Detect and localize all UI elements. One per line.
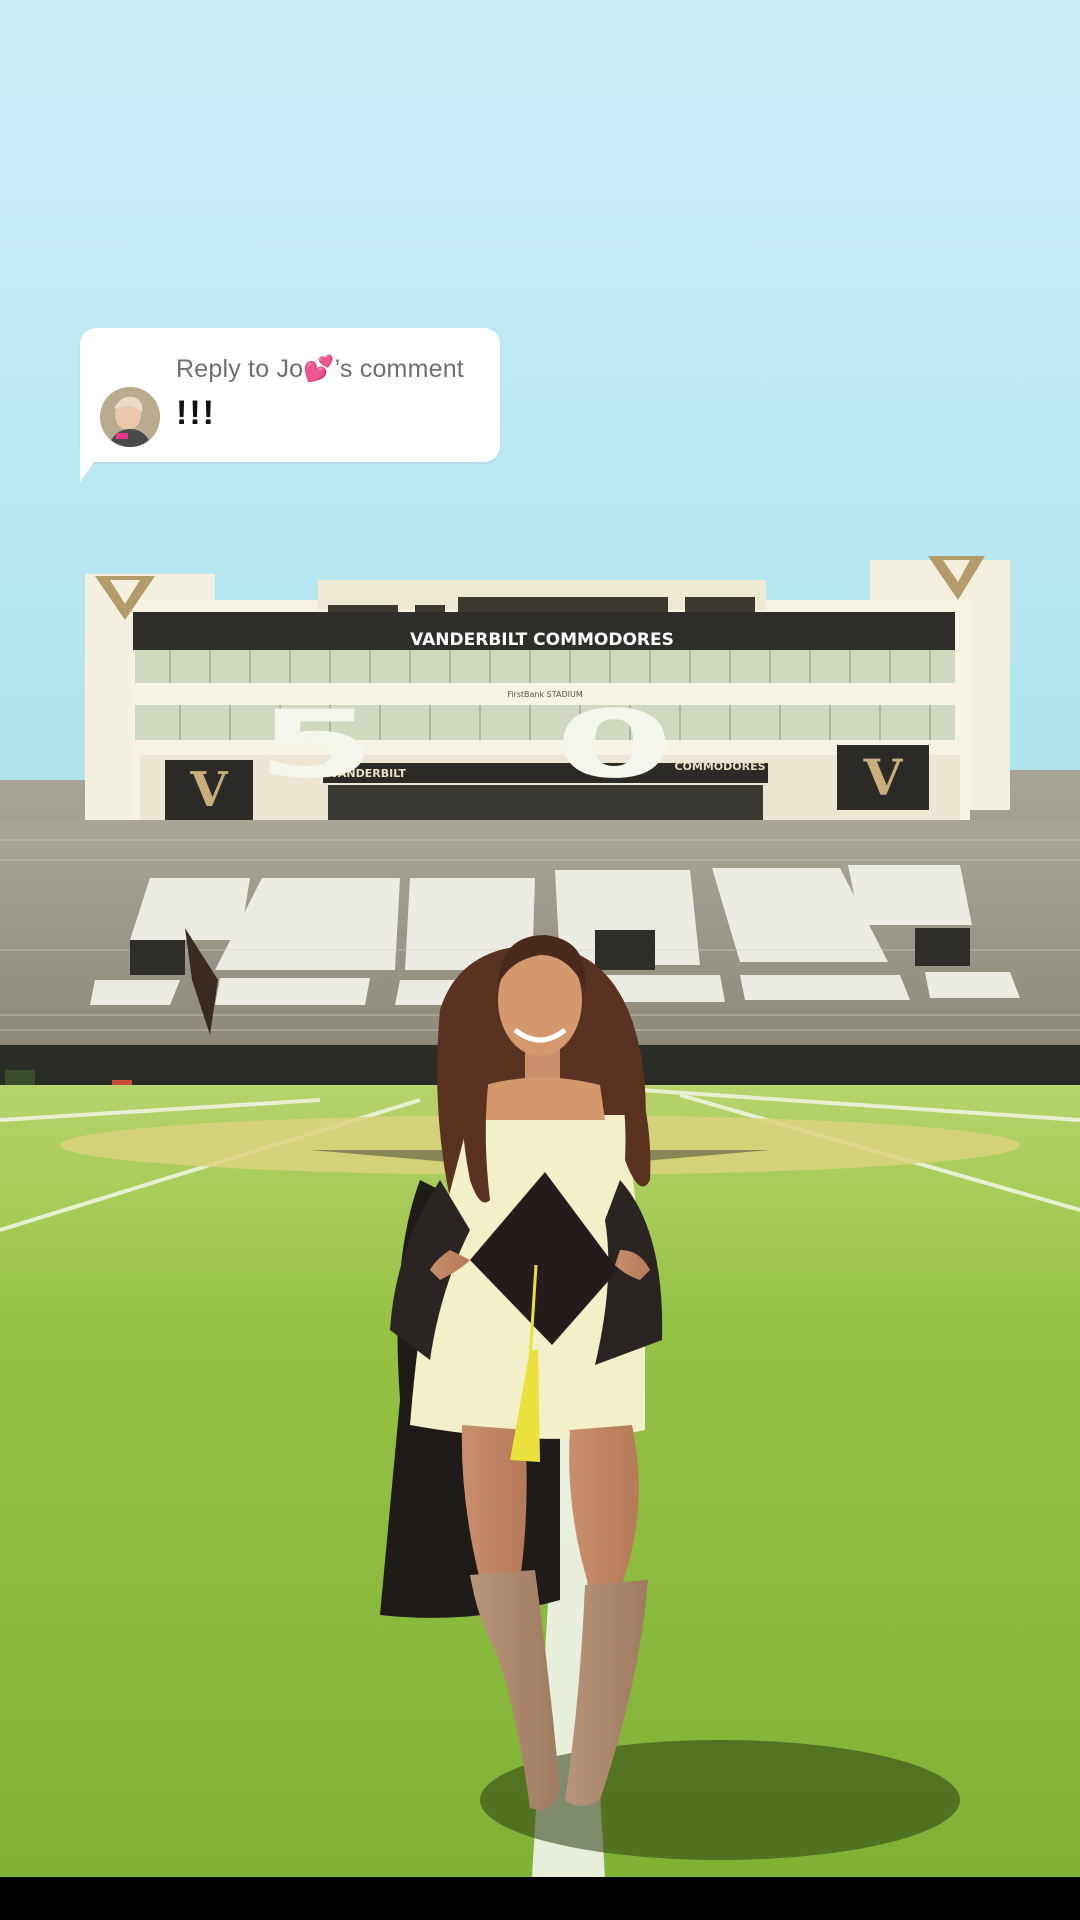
- yard-number-50: 50: [257, 691, 854, 799]
- v-logo-right-letter: V: [863, 748, 904, 807]
- reply-prefix: Reply to Jo: [176, 355, 304, 383]
- tunnel-right: [915, 928, 970, 966]
- stadium-banner: VANDERBILT COMMODORES: [410, 630, 674, 650]
- reply-suffix: ’s comment: [334, 355, 464, 383]
- tunnel-left: [130, 940, 185, 975]
- reply-bubble-tail: [80, 448, 104, 482]
- v-logo-left-letter: V: [189, 762, 228, 818]
- reply-comment-text: !!!: [176, 394, 216, 432]
- user-avatar: [100, 387, 160, 447]
- video-frame: VANDERBILT COMMODORES FirstBank STADIUM …: [0, 0, 1080, 1877]
- heart-emoji-icon: 💕: [303, 355, 335, 383]
- bottom-bar: [0, 1877, 1080, 1920]
- reply-title: Reply to Jo💕’s comment: [176, 355, 464, 384]
- tunnel-center: [595, 930, 655, 970]
- reply-comment-sticker[interactable]: Reply to Jo💕’s comment !!!: [80, 328, 500, 462]
